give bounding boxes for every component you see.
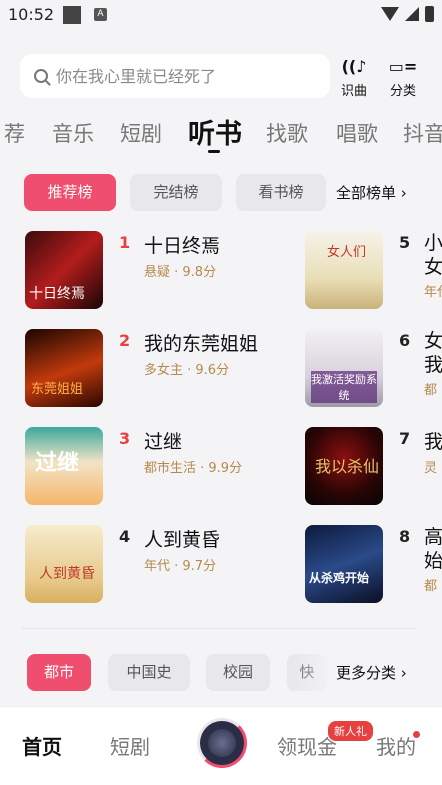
- wifi-icon: [381, 7, 399, 21]
- active-tab-indicator: [208, 150, 220, 153]
- book-title: 十日终焉: [144, 235, 221, 257]
- cover-title: 十日终焉: [29, 286, 85, 302]
- genre-chip-city[interactable]: 都市: [27, 654, 91, 691]
- nav-short-drama[interactable]: 短剧: [110, 731, 150, 760]
- book-item[interactable]: 我以杀仙 7 我 灵: [305, 427, 442, 507]
- rank-number: 6: [399, 331, 411, 350]
- cover-title: 人到黄昏: [39, 566, 95, 582]
- search-input[interactable]: [56, 66, 316, 86]
- new-user-gift-badge: 新人礼: [328, 721, 373, 741]
- nav-home[interactable]: 首页: [22, 731, 62, 760]
- book-title: 过继: [144, 431, 183, 453]
- tab-sing[interactable]: 唱歌: [336, 118, 378, 148]
- rank-number: 4: [119, 527, 131, 546]
- category-label: 分类: [389, 84, 416, 99]
- book-meta: 年代: [424, 285, 442, 300]
- category-icon: ▭=: [388, 57, 418, 76]
- tab-recommend[interactable]: 荐: [4, 118, 25, 148]
- notification-dot: [413, 731, 420, 738]
- tab-audiobook[interactable]: 听书: [188, 112, 242, 151]
- music-recognition-button[interactable]: ((♪ 识曲: [334, 57, 374, 100]
- scroll-fade: [292, 650, 336, 694]
- book-cover: 人到黄昏: [25, 525, 103, 603]
- status-bar: 10:52 A: [0, 0, 442, 30]
- book-meta: 都市生活 · 9.9分: [144, 461, 243, 476]
- music-recognition-icon: ((♪: [341, 57, 367, 76]
- book-item[interactable]: 人到黄昏 4 人到黄昏 年代 · 9.7分: [25, 525, 295, 605]
- status-time: 10:52: [8, 5, 55, 24]
- book-title: 人到黄昏: [144, 529, 221, 551]
- book-cover: 过继: [25, 427, 103, 505]
- book-meta: 多女主 · 9.6分: [144, 363, 230, 378]
- more-categories-link[interactable]: 更多分类 ›: [336, 662, 407, 683]
- book-item[interactable]: 东莞姐姐 2 我的东莞姐姐 多女主 · 9.6分: [25, 329, 295, 409]
- cover-title: 从杀鸡开始: [309, 571, 370, 585]
- book-meta: 都: [424, 383, 438, 398]
- cover-title: 过继: [35, 450, 80, 476]
- book-cover: 从杀鸡开始: [305, 525, 383, 603]
- book-cover: 我以杀仙: [305, 427, 383, 505]
- rank-number: 3: [119, 429, 131, 448]
- book-item[interactable]: 过继 3 过继 都市生活 · 9.9分: [25, 427, 295, 507]
- cover-title: 我以杀仙: [315, 457, 380, 476]
- signal-icon: [405, 7, 419, 21]
- rank-number: 2: [119, 331, 131, 350]
- genre-chip-chinese-history[interactable]: 中国史: [108, 654, 190, 691]
- category-tabs: 荐 音乐 短剧 听书 找歌 唱歌 抖音: [0, 112, 442, 154]
- now-playing-button[interactable]: [197, 718, 247, 768]
- book-title: 我的东莞姐姐: [144, 333, 259, 355]
- cover-title: 东莞姐姐: [31, 382, 84, 397]
- book-cover: 女人们: [305, 231, 383, 309]
- chip-finished-rank[interactable]: 完结榜: [130, 174, 222, 211]
- all-rankings-link[interactable]: 全部榜单 ›: [336, 182, 407, 203]
- book-meta: 灵: [424, 461, 438, 476]
- cover-title: 女人们: [327, 245, 367, 260]
- chip-reading-rank[interactable]: 看书榜: [236, 174, 326, 211]
- book-cover: 我激活奖励系统: [305, 329, 383, 407]
- book-cover: 东莞姐姐: [25, 329, 103, 407]
- tab-short-drama[interactable]: 短剧: [120, 118, 162, 148]
- book-title: 小女: [424, 232, 442, 278]
- book-title: 我: [424, 431, 442, 453]
- nav-mine[interactable]: 我的: [376, 731, 416, 760]
- rank-number: 5: [399, 233, 411, 252]
- book-item[interactable]: 从杀鸡开始 8 高始 都: [305, 525, 442, 605]
- book-meta: 悬疑 · 9.8分: [144, 265, 217, 280]
- book-cover: 十日终焉: [25, 231, 103, 309]
- book-title: 高始: [424, 526, 442, 572]
- chip-recommend-rank[interactable]: 推荐榜: [24, 174, 116, 211]
- bottom-navigation: 首页 短剧 领现金 新人礼 我的: [0, 706, 442, 785]
- music-recognition-label: 识曲: [340, 84, 367, 99]
- section-divider: [22, 628, 416, 629]
- tab-find-song[interactable]: 找歌: [266, 118, 308, 148]
- book-item[interactable]: 十日终焉 1 十日终焉 悬疑 · 9.8分: [25, 231, 295, 311]
- rank-number: 1: [119, 233, 131, 252]
- notification-icon: [63, 6, 81, 24]
- book-item[interactable]: 我激活奖励系统 6 女我 都: [305, 329, 442, 409]
- genre-chip-campus[interactable]: 校园: [206, 654, 270, 691]
- battery-icon: [425, 6, 434, 22]
- app-notification-icon: A: [94, 8, 107, 21]
- search-icon: [34, 69, 48, 83]
- tab-music[interactable]: 音乐: [52, 118, 94, 148]
- album-art-icon: [208, 729, 236, 757]
- book-item[interactable]: 女人们 5 小女 年代: [305, 231, 442, 311]
- tab-douyin[interactable]: 抖音: [403, 118, 442, 148]
- rank-number: 7: [399, 429, 411, 448]
- book-meta: 都: [424, 579, 438, 594]
- search-bar[interactable]: [20, 54, 330, 98]
- rank-number: 8: [399, 527, 411, 546]
- category-button[interactable]: ▭= 分类: [383, 57, 423, 100]
- book-meta: 年代 · 9.7分: [144, 559, 217, 574]
- cover-title: 我激活奖励系统: [311, 371, 377, 403]
- book-title: 女我: [424, 330, 442, 376]
- status-indicators: [381, 6, 434, 22]
